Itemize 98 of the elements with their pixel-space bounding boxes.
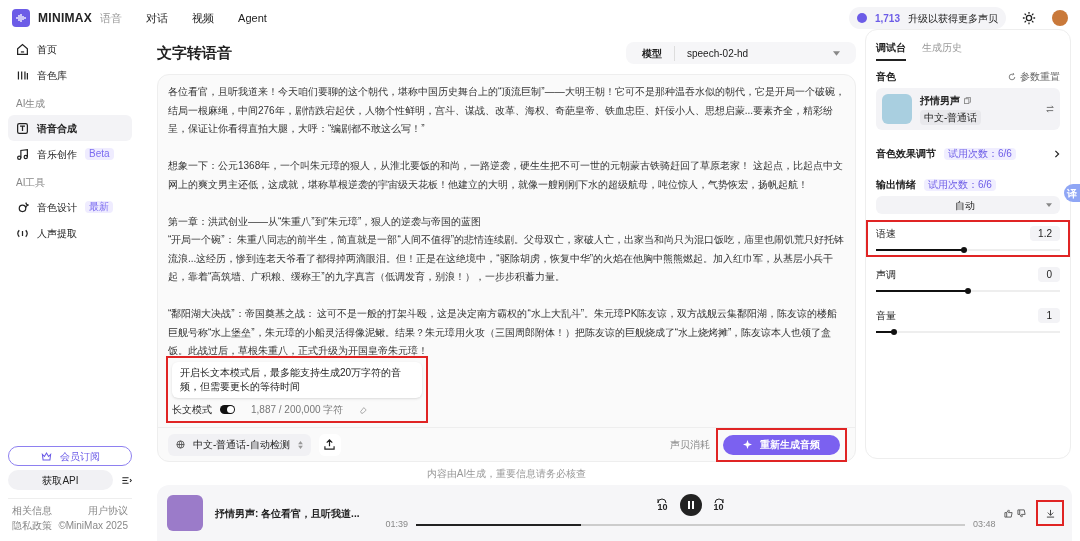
sidebar-item[interactable]: 语音合成	[8, 115, 132, 141]
nav-link[interactable]: 视频	[192, 9, 215, 27]
story-paragraph: 第一章：洪武创业——从“朱重八”到“朱元璋”，狠人的逆袭与帝国的蓝图	[168, 214, 483, 229]
char-count: 1,887 / 200,000 字符	[251, 403, 344, 417]
long-mode-label: 长文模式	[172, 403, 212, 417]
caret-icon	[1046, 203, 1052, 207]
sidebar-label: 首页	[37, 42, 57, 57]
sidebar-badge: Beta	[85, 148, 114, 160]
sidebar-item[interactable]: 首页	[8, 36, 132, 62]
slider-value[interactable]: 0	[1038, 267, 1060, 282]
crown-icon	[40, 450, 52, 462]
thumbs-up-icon[interactable]	[1004, 508, 1013, 518]
thumbs-down-icon[interactable]	[1017, 508, 1026, 518]
caret-icon	[833, 50, 840, 56]
upload-button[interactable]	[318, 433, 341, 456]
updown-icon	[297, 440, 303, 449]
footer-link[interactable]: 相关信息	[12, 503, 52, 518]
menu-icon[interactable]	[121, 474, 132, 486]
pause-button[interactable]	[679, 494, 702, 517]
slider-value[interactable]: 1.2	[1030, 226, 1060, 241]
generate-button[interactable]: 重新生成音频	[723, 434, 840, 455]
story-paragraph: 各位看官，且听我道来！今天咱们要聊的这个朝代，堪称中国历史舞台上的“顶流巨制”——大明王朝！它可不是那种温吞水似的朝代，它是开局一个破碗，结局一根麻绳，中间276年，剧情跌宕起伏，人物个性鲜明，宫斗、谋战、改革、海权、奇葩皇帝、铁血忠臣、奸佞小人、思想启蒙...要素齐全，精彩纷呈，保证让你看得直拍大腿，大呼：“编剧都不敢这么写！”	[168, 85, 845, 136]
sidebar-item[interactable]: 音乐创作 Beta	[8, 141, 132, 167]
cover-art	[167, 495, 203, 531]
disclaimer: 内容由AI生成，重要信息请务必核查	[425, 467, 588, 481]
reset-icon	[1008, 72, 1016, 81]
slider-value[interactable]: 1	[1038, 308, 1060, 323]
forward-button[interactable]: 10	[713, 498, 724, 513]
slider-label: 音量	[876, 309, 896, 323]
track-title: 抒情男声: 各位看官，且听我道...	[215, 506, 361, 521]
avatar[interactable]	[1052, 10, 1068, 26]
text-speech-icon	[16, 121, 29, 135]
swap-icon[interactable]	[1046, 105, 1054, 113]
sidebar-label: 人声提取	[37, 226, 77, 241]
sidebar-item[interactable]: 音色设计 最新	[8, 194, 132, 220]
home-icon	[16, 42, 29, 56]
bars-icon	[16, 68, 29, 82]
credit-count: 1,713	[874, 11, 900, 26]
section-label: 音色	[876, 70, 896, 84]
footer-link[interactable]: ©MiniMax 2025	[58, 518, 128, 533]
total-time: 03:48	[972, 518, 996, 532]
sidebar-label: 音色库	[37, 68, 67, 83]
page-title: 文字转语音	[157, 42, 232, 63]
pause-icon	[686, 501, 695, 510]
forward-icon	[713, 498, 724, 504]
footer-link[interactable]: 隐私政策	[12, 518, 52, 533]
story-paragraph: 想象一下：公元1368年，一个叫朱元璋的狠人，从淮北要饭的和尚，一路逆袭，硬生生把不可一世的元朝蒙古铁骑赶回了草原老家！ 这起点，比起点中文网上的爽文男主还低，这成就，堪称草根逆袭的宇宙级天花板！他建立的大明，就像一艘刚刚下水的超级航母，吨位惊人，气势恢宏，扬帆起航！	[168, 159, 845, 192]
reset-link[interactable]: 参数重置	[1020, 69, 1060, 84]
rewind-button[interactable]: 10	[657, 498, 668, 513]
slider-thumb[interactable]	[961, 247, 968, 253]
language-select[interactable]: 中文-普通话-自动检测	[168, 433, 311, 456]
long-mode-toggle[interactable]	[220, 405, 235, 414]
globe-icon	[176, 440, 185, 449]
sidebar-label: 音乐创作	[37, 147, 77, 162]
api-button[interactable]: 获取API	[8, 470, 113, 490]
sidebar-item[interactable]: 人声提取	[8, 220, 132, 246]
sidebar-label: 语音合成	[37, 121, 77, 136]
section-label: 音色效果调节	[876, 147, 936, 161]
section-title: AI生成	[15, 97, 47, 111]
voice-name: 抒情男声	[920, 94, 960, 108]
credits-pill[interactable]: 1,713 升级以获得更多声贝	[848, 7, 1006, 29]
logo-icon[interactable]	[12, 9, 30, 27]
section-label: 输出情绪	[876, 178, 916, 192]
rewind-icon	[657, 498, 668, 504]
story-paragraph: “开局一个碗”： 朱重八同志的前半生，简直就是一部“人间不值得”的悲情连续剧。父母双亡，家破人亡，出家当和尚只为混口饭吃，庙里也闹饥荒只好托钵流浪...这经历，惨到连老天爷看了都得掉两滴眼泪。但！正是在这绝境中，“驱除胡虏，恢复中华”的火焰在他胸中熊熊燃起。加入红巾军，从基层小兵干起，靠着“高筑墙、广积粮、缓称王”的九字真言（低调发育，别浪！），一步步积蓄力量。	[168, 233, 845, 284]
music-icon	[16, 147, 29, 161]
model-select[interactable]: 模型 speech-02-hd	[626, 42, 856, 64]
tooltip: 开启长文本模式后，最多能支持生成20万字符的音频，但需要更长的等待时间	[172, 362, 422, 398]
upgrade-link[interactable]: 升级以获得更多声贝	[908, 10, 998, 26]
copy-icon[interactable]	[964, 97, 971, 104]
footer-link[interactable]: 用户协议	[88, 503, 128, 518]
chevron-icon[interactable]	[1054, 149, 1060, 158]
voice-cover	[882, 94, 912, 124]
cost-label: 声贝消耗	[670, 438, 710, 452]
trial-badge: 试用次数：6/6	[924, 178, 996, 191]
section-title: AI工具	[15, 176, 47, 190]
sun-icon[interactable]	[1022, 11, 1036, 25]
nav-link[interactable]: 对话	[146, 9, 169, 27]
slider-thumb[interactable]	[965, 288, 971, 294]
brand-name: MINIMAX	[38, 10, 93, 27]
slider-label: 语速	[876, 227, 896, 241]
elapsed-time: 01:39	[385, 518, 409, 532]
nav-link[interactable]: Agent	[238, 9, 267, 27]
download-icon[interactable]	[1045, 508, 1055, 518]
slider-thumb[interactable]	[891, 329, 898, 335]
trial-badge: 试用次数：6/6	[944, 147, 1016, 160]
upload-icon	[324, 439, 336, 450]
sidebar-badge: 最新	[85, 201, 113, 213]
panel-tab[interactable]: 调试台	[876, 40, 906, 61]
emotion-select[interactable]: 自动	[876, 196, 1060, 214]
slider-label: 声调	[876, 268, 896, 282]
voice-tag: 中文-普通话	[920, 110, 982, 125]
product-name: 语音	[100, 10, 123, 26]
voice-card[interactable]: 抒情男声 中文-普通话	[876, 88, 1060, 130]
sidebar-item[interactable]: 音色库	[8, 62, 132, 88]
credit-icon	[856, 13, 867, 23]
sidebar-label: 音色设计	[37, 200, 77, 215]
story-paragraph: “鄱阳湖大决战”：帝国奠基之战： 这可不是一般的打架斗殴，这是决定南方霸权的“水上大乱斗”。朱元璋PK陈友谅，双方战舰云集鄱阳湖，陈友谅的楼船巨舰号称“水上堡垒”，朱元璋的小船灵活得像泥鳅。结果？朱元璋用火攻（三国周郎附体！）把陈友谅的巨舰烧成了“水上烧烤摊”，陈友谅本人也领了盒饭。此战过后，草根朱重八，正式升级为开国皇帝朱元璋！	[168, 307, 839, 358]
